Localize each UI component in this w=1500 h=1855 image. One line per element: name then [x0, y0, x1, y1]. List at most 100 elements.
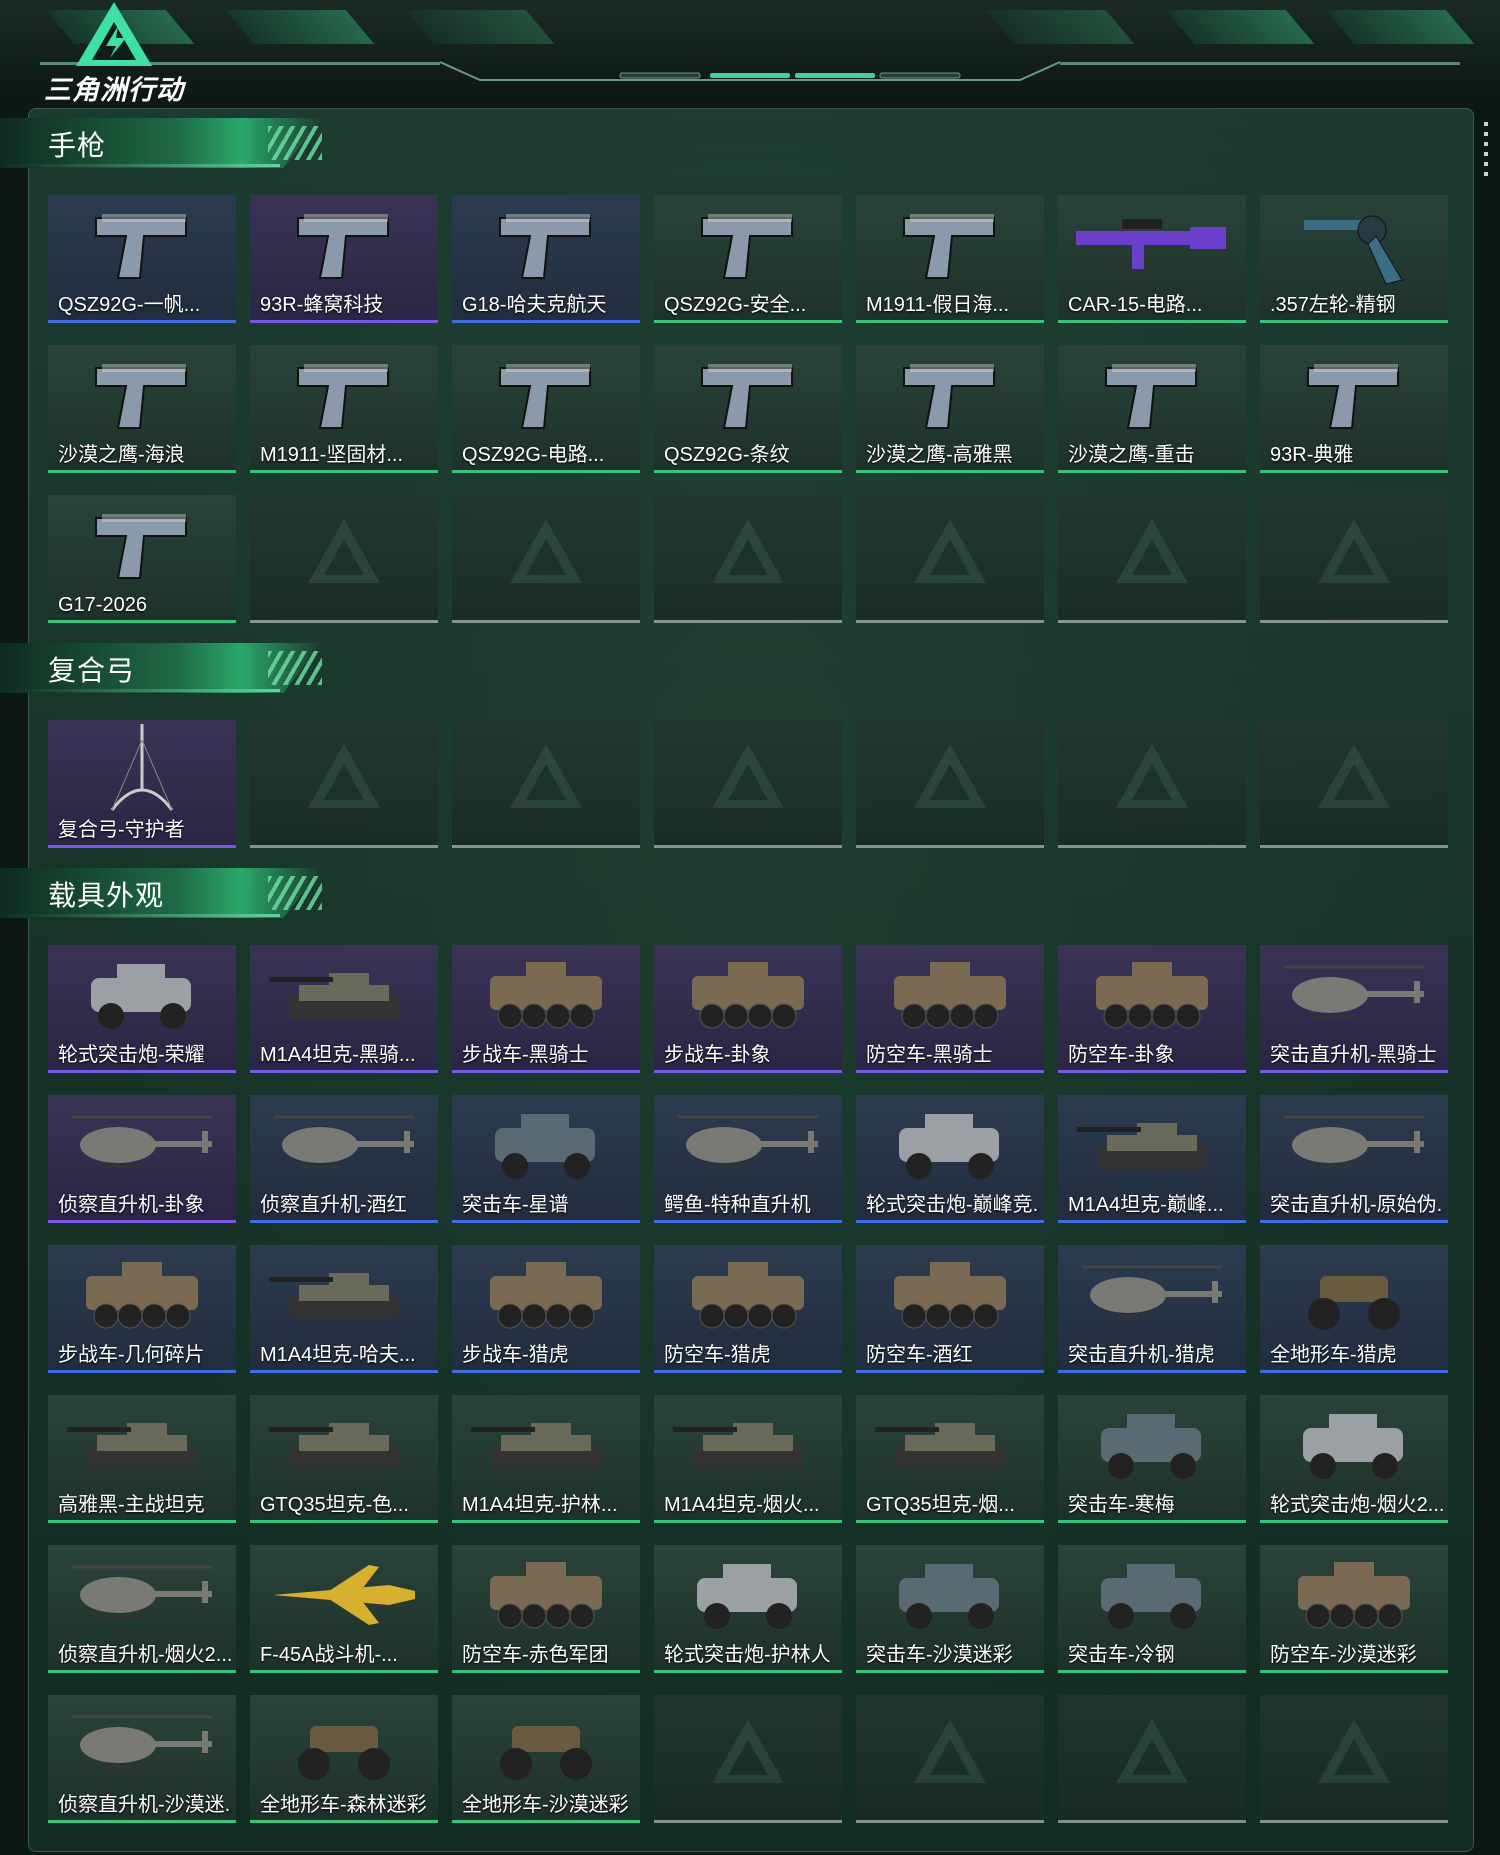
item-name: 轮式突击炮-巅峰竞... — [866, 1194, 1040, 1216]
item-card[interactable]: QSZ92G-一帆... — [48, 195, 236, 323]
item-card[interactable]: 步战车-卦象 — [654, 945, 842, 1073]
slot-underline — [1058, 620, 1246, 623]
slot-underline — [452, 620, 640, 623]
top-banner: 三角洲行动 — [0, 0, 1500, 110]
item-card[interactable]: QSZ92G-安全... — [654, 195, 842, 323]
tank-icon — [48, 1395, 236, 1495]
empty-item-slot — [856, 1695, 1044, 1823]
item-name: 复合弓-守护者 — [58, 819, 185, 841]
item-card[interactable]: 侦察直升机-卦象 — [48, 1095, 236, 1223]
item-card[interactable]: 防空车-卦象 — [1058, 945, 1246, 1073]
item-name: 轮式突击炮-护林人 — [664, 1644, 831, 1666]
item-card[interactable]: .357左轮-精钢 — [1260, 195, 1448, 323]
item-card[interactable]: 93R-蜂窝科技 — [250, 195, 438, 323]
item-card[interactable]: 鳄鱼-特种直升机 — [654, 1095, 842, 1223]
item-name: M1A4坦克-黑骑... — [260, 1044, 416, 1066]
rarity-bar — [452, 1370, 640, 1373]
helicopter-icon — [654, 1095, 842, 1195]
item-card[interactable]: 防空车-赤色军团 — [452, 1545, 640, 1673]
empty-item-slot — [1260, 720, 1448, 848]
item-name: M1A4坦克-哈夫... — [260, 1344, 416, 1366]
item-card[interactable]: 全地形车-猎虎 — [1260, 1245, 1448, 1373]
item-card[interactable]: M1A4坦克-护林... — [452, 1395, 640, 1523]
item-card[interactable]: G17-2026 — [48, 495, 236, 623]
truck-icon — [1058, 1545, 1246, 1645]
rarity-bar — [452, 1520, 640, 1523]
apc-icon — [654, 1245, 842, 1345]
item-card[interactable]: 突击直升机-黑骑士 — [1260, 945, 1448, 1073]
item-card[interactable]: 步战车-黑骑士 — [452, 945, 640, 1073]
item-card[interactable]: 侦察直升机-沙漠迷... — [48, 1695, 236, 1823]
item-card[interactable]: F-45A战斗机-... — [250, 1545, 438, 1673]
item-card[interactable]: M1911-坚固材... — [250, 345, 438, 473]
item-card[interactable]: 沙漠之鹰-高雅黑 — [856, 345, 1044, 473]
item-card[interactable]: 全地形车-沙漠迷彩 — [452, 1695, 640, 1823]
item-name: 突击直升机-原始伪... — [1270, 1194, 1444, 1216]
item-card[interactable]: 突击车-冷钢 — [1058, 1545, 1246, 1673]
item-card[interactable]: 轮式突击炮-护林人 — [654, 1545, 842, 1673]
rarity-bar — [1058, 1070, 1246, 1073]
item-card[interactable]: M1A4坦克-烟火... — [654, 1395, 842, 1523]
banner-decoration — [405, 10, 555, 44]
item-card[interactable]: 高雅黑-主战坦克 — [48, 1395, 236, 1523]
item-name: 侦察直升机-烟火2... — [58, 1644, 232, 1666]
section-header-stripes — [268, 651, 322, 685]
item-name: 防空车-酒红 — [866, 1344, 973, 1366]
item-card[interactable]: 突击车-沙漠迷彩 — [856, 1545, 1044, 1673]
rarity-bar — [856, 1370, 1044, 1373]
item-card[interactable]: 侦察直升机-烟火2... — [48, 1545, 236, 1673]
item-card[interactable]: G18-哈夫克航天 — [452, 195, 640, 323]
item-card[interactable]: 防空车-酒红 — [856, 1245, 1044, 1373]
item-name: M1A4坦克-巅峰... — [1068, 1194, 1224, 1216]
helicopter-icon — [250, 1095, 438, 1195]
helicopter-icon — [48, 1695, 236, 1795]
item-card[interactable]: M1A4坦克-黑骑... — [250, 945, 438, 1073]
item-card[interactable]: 防空车-沙漠迷彩 — [1260, 1545, 1448, 1673]
pistol-icon — [856, 345, 1044, 445]
item-card[interactable]: 突击车-寒梅 — [1058, 1395, 1246, 1523]
item-card[interactable]: GTQ35坦克-色... — [250, 1395, 438, 1523]
rarity-bar — [48, 620, 236, 623]
banner-center-tab — [440, 61, 1060, 81]
item-card[interactable]: 轮式突击炮-巅峰竞... — [856, 1095, 1044, 1223]
item-card[interactable]: 突击直升机-猎虎 — [1058, 1245, 1246, 1373]
item-card[interactable]: 沙漠之鹰-海浪 — [48, 345, 236, 473]
item-card[interactable]: 全地形车-森林迷彩 — [250, 1695, 438, 1823]
truck-icon — [856, 1545, 1044, 1645]
item-name: QSZ92G-一帆... — [58, 294, 201, 316]
item-card[interactable]: 突击车-星谱 — [452, 1095, 640, 1223]
item-card[interactable]: 沙漠之鹰-重击 — [1058, 345, 1246, 473]
item-card[interactable]: M1A4坦克-哈夫... — [250, 1245, 438, 1373]
item-card[interactable]: 侦察直升机-酒红 — [250, 1095, 438, 1223]
rarity-bar — [48, 1670, 236, 1673]
empty-item-slot — [856, 495, 1044, 623]
section-header: 复合弓 — [0, 643, 330, 699]
item-card[interactable]: GTQ35坦克-烟... — [856, 1395, 1044, 1523]
item-card[interactable]: QSZ92G-条纹 — [654, 345, 842, 473]
pistol-icon — [48, 195, 236, 295]
item-card[interactable]: 步战车-猎虎 — [452, 1245, 640, 1373]
tank-icon — [856, 1395, 1044, 1495]
item-card[interactable]: QSZ92G-电路... — [452, 345, 640, 473]
item-card[interactable]: 复合弓-守护者 — [48, 720, 236, 848]
item-card[interactable]: 突击直升机-原始伪... — [1260, 1095, 1448, 1223]
item-card[interactable]: 防空车-黑骑士 — [856, 945, 1044, 1073]
pistol-icon — [856, 195, 1044, 295]
item-card[interactable]: M1911-假日海... — [856, 195, 1044, 323]
item-card[interactable]: CAR-15-电路... — [1058, 195, 1246, 323]
item-card[interactable]: 93R-典雅 — [1260, 345, 1448, 473]
item-card[interactable]: 轮式突击炮-烟火2... — [1260, 1395, 1448, 1523]
apc-icon — [1058, 945, 1246, 1045]
rarity-bar — [654, 1220, 842, 1223]
item-card[interactable]: 步战车-几何碎片 — [48, 1245, 236, 1373]
scrollbar[interactable] — [1484, 122, 1488, 182]
section-header: 载具外观 — [0, 868, 330, 924]
item-name: 突击车-星谱 — [462, 1194, 569, 1216]
bow-icon — [48, 720, 236, 820]
item-card[interactable]: 防空车-猎虎 — [654, 1245, 842, 1373]
rarity-bar — [1260, 1070, 1448, 1073]
item-card[interactable]: 轮式突击炮-荣耀 — [48, 945, 236, 1073]
item-name: QSZ92G-条纹 — [664, 444, 790, 466]
item-name: 步战车-黑骑士 — [462, 1044, 589, 1066]
item-card[interactable]: M1A4坦克-巅峰... — [1058, 1095, 1246, 1223]
